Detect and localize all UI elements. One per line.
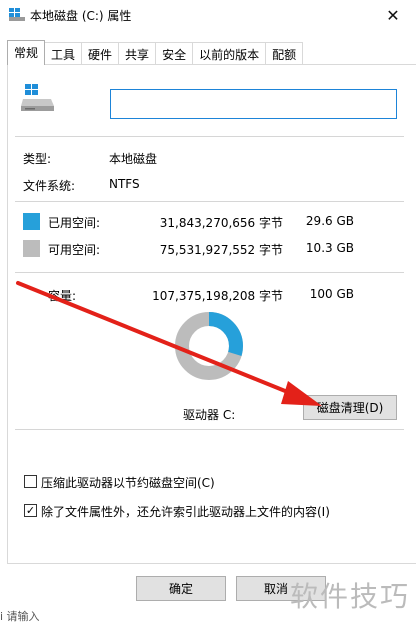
- capacity-label: 容量:: [48, 289, 77, 303]
- close-button[interactable]: ✕: [370, 0, 416, 30]
- tab-hardware[interactable]: 硬件: [81, 42, 120, 64]
- divider: [15, 201, 404, 202]
- free-space-bytes: 75,531,927,552 字节: [159, 243, 283, 257]
- index-checkbox[interactable]: ✓: [24, 504, 37, 517]
- bottom-strip: i 请输入: [0, 606, 416, 626]
- disk-cleanup-button[interactable]: 磁盘清理(D): [303, 395, 397, 420]
- index-label: 除了文件属性外，还允许索引此驱动器上文件的内容(I): [41, 505, 330, 519]
- tab-general[interactable]: 常规: [7, 40, 46, 65]
- free-space-size: 10.3 GB: [305, 241, 354, 255]
- drive-name-input[interactable]: [110, 89, 397, 119]
- filesystem-label: 文件系统:: [23, 179, 76, 193]
- tab-previous-versions[interactable]: 以前的版本: [192, 42, 267, 64]
- title-bar: 本地磁盘 (C:) 属性 ✕: [0, 0, 416, 30]
- free-space-swatch: [23, 240, 40, 257]
- tab-quota[interactable]: 配额: [265, 42, 304, 64]
- drive-icon: [9, 8, 25, 21]
- used-space-bytes: 31,843,270,656 字节: [159, 216, 283, 230]
- divider: [15, 272, 404, 273]
- tab-tools[interactable]: 工具: [44, 42, 83, 64]
- close-icon: ✕: [386, 5, 400, 25]
- free-space-label: 可用空间:: [48, 243, 101, 257]
- type-label: 类型:: [23, 152, 52, 166]
- used-space-size: 29.6 GB: [305, 214, 354, 228]
- drive-label: 驱动器 C:: [183, 408, 236, 422]
- general-panel: 类型: 本地磁盘 文件系统: NTFS 已用空间: 31,843,270,656…: [7, 64, 416, 564]
- type-value: 本地磁盘: [109, 152, 158, 166]
- compress-checkbox[interactable]: [24, 475, 37, 488]
- used-space-label: 已用空间:: [48, 216, 101, 230]
- divider: [15, 136, 404, 137]
- checkmark-icon: ✓: [25, 504, 36, 517]
- tab-sharing[interactable]: 共享: [118, 42, 157, 64]
- divider: [15, 429, 404, 430]
- tab-strip: 常规 工具 硬件 共享 安全 以前的版本 配额: [7, 40, 304, 65]
- tab-security[interactable]: 安全: [155, 42, 194, 64]
- usage-ring-chart: [175, 312, 243, 380]
- filesystem-value: NTFS: [109, 177, 140, 191]
- compress-label: 压缩此驱动器以节约磁盘空间(C): [41, 476, 215, 490]
- used-space-swatch: [23, 213, 40, 230]
- capacity-size: 100 GB: [309, 287, 354, 301]
- capacity-bytes: 107,375,198,208 字节: [152, 289, 283, 303]
- bottom-fragment-text: i 请输入: [0, 610, 40, 623]
- ok-button[interactable]: 确定: [136, 576, 226, 601]
- drive-icon: [21, 84, 54, 111]
- window-title: 本地磁盘 (C:) 属性: [30, 9, 132, 23]
